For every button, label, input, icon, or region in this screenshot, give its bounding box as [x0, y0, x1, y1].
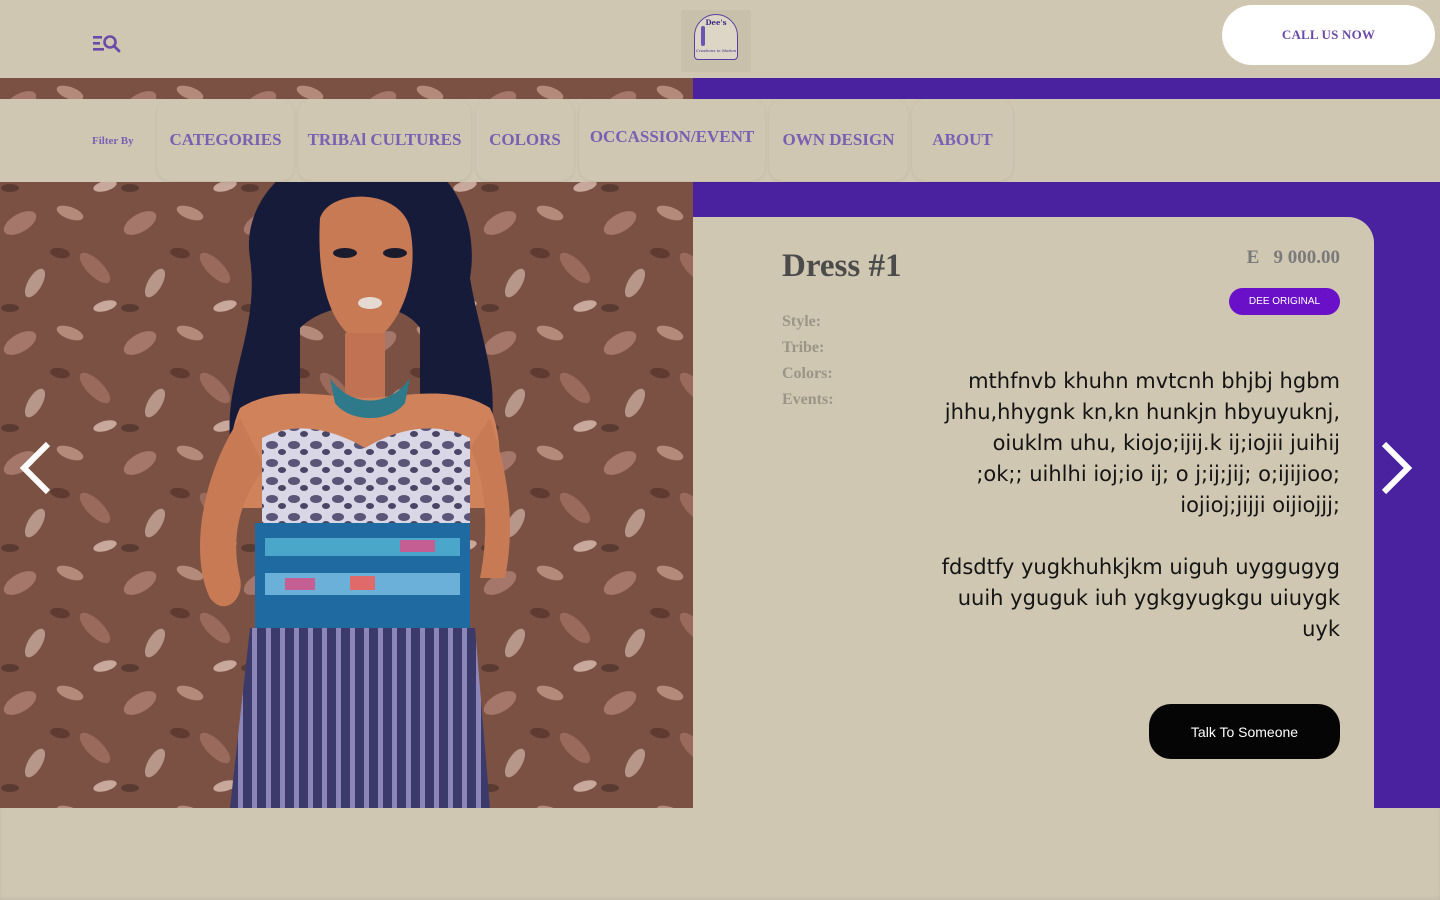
- page-footer: [0, 808, 1440, 900]
- chevron-left-icon[interactable]: [16, 440, 56, 496]
- tab-categories[interactable]: CATEGORIES: [157, 99, 294, 181]
- product-title: Dress #1: [782, 248, 902, 284]
- tab-own-design[interactable]: OWN DESIGN: [769, 99, 908, 181]
- description-paragraph: mthfnvb khuhn mvtcnh bhjbj hgbm jhhu,hhy…: [944, 369, 1340, 517]
- menu-search-icon[interactable]: [92, 32, 122, 54]
- tab-about[interactable]: ABOUT: [912, 99, 1013, 181]
- attribute-style: Style:: [782, 313, 822, 330]
- tab-occasion-event[interactable]: OCCASSION/EVENT: [579, 99, 765, 181]
- description-paragraph: fdsdtfy yugkhuhkjkm uiguh uyggugyg uuih …: [941, 555, 1340, 641]
- chevron-right-icon[interactable]: [1376, 440, 1416, 496]
- call-us-button[interactable]: CALL US NOW: [1222, 5, 1435, 65]
- dress-illustration: [0, 78, 693, 808]
- attribute-tribe: Tribe:: [782, 339, 825, 356]
- talk-to-someone-button[interactable]: Talk To Someone: [1149, 704, 1340, 759]
- filter-label: Filter By: [92, 135, 134, 147]
- product-price: E 9 000.00: [1246, 247, 1340, 268]
- logo-figure-icon: [701, 26, 705, 46]
- attribute-events: Events:: [782, 391, 834, 408]
- attribute-colors: Colors:: [782, 365, 833, 382]
- dee-original-badge: DEE ORIGINAL: [1229, 288, 1340, 315]
- logo-subtitle: Creations in Motion: [695, 48, 737, 53]
- site-header: Dee's Creations in Motion CALL US NOW: [0, 0, 1440, 78]
- tab-colors[interactable]: COLORS: [476, 99, 574, 181]
- tab-tribal-cultures[interactable]: TRIBAl CULTURES: [298, 99, 471, 181]
- logo-text: Dee's: [705, 18, 727, 27]
- brand-logo[interactable]: Dee's Creations in Motion: [681, 10, 751, 72]
- product-description: mthfnvb khuhn mvtcnh bhjbj hgbm jhhu,hhy…: [940, 366, 1340, 676]
